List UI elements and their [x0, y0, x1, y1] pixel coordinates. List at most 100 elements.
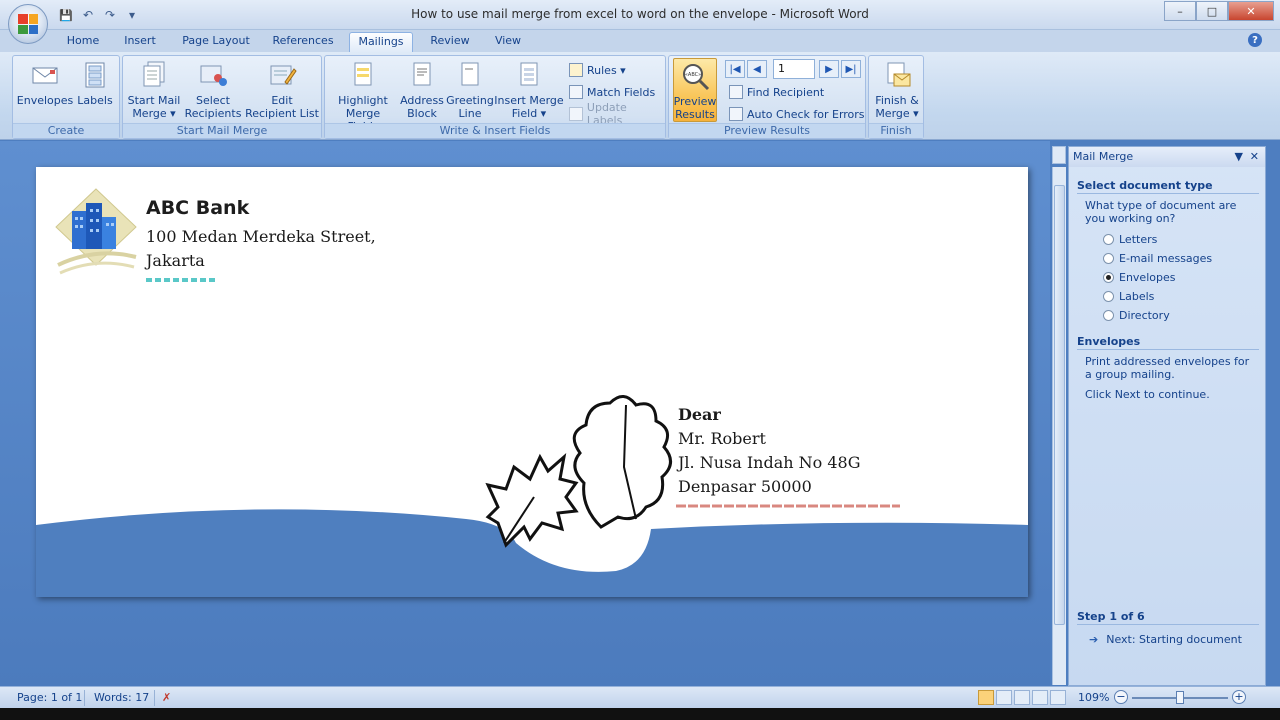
- view-buttons: [978, 690, 1066, 705]
- zoom-level[interactable]: 109%: [1078, 691, 1109, 704]
- find-recipient-button[interactable]: Find Recipient: [729, 83, 824, 101]
- group-start-mail-merge: Start Mail Merge ▾ Select Recipients ▾ E…: [122, 55, 322, 139]
- status-separator: [84, 690, 85, 706]
- continue-instruction: Click Next to continue.: [1085, 388, 1210, 401]
- labels-button[interactable]: Labels: [75, 60, 115, 107]
- option-directory[interactable]: Directory: [1103, 309, 1170, 322]
- insert-field-icon: [514, 60, 544, 90]
- start-mail-merge-label-2: Merge ▾: [132, 107, 176, 120]
- minimize-button[interactable]: –: [1164, 1, 1196, 21]
- recipient-city: Denpasar 50000: [678, 477, 812, 496]
- address-block-label-2: Block: [407, 107, 437, 120]
- section-divider: [1077, 624, 1259, 625]
- group-create: Envelopes Labels Create: [12, 55, 120, 139]
- zoom-out-icon[interactable]: −: [1114, 690, 1128, 704]
- first-record-button[interactable]: |◀: [725, 60, 745, 78]
- office-button[interactable]: [8, 4, 48, 44]
- group-start-mail-merge-label: Start Mail Merge: [123, 123, 321, 138]
- envelopes-description: Print addressed envelopes for a group ma…: [1085, 355, 1250, 381]
- option-envelopes-label: Envelopes: [1119, 271, 1176, 284]
- outline-view-icon[interactable]: [1032, 690, 1048, 705]
- help-icon[interactable]: ?: [1248, 33, 1262, 47]
- insert-merge-field-button[interactable]: Insert Merge Field ▾: [493, 60, 565, 120]
- next-step-label: Next: Starting document: [1106, 633, 1242, 646]
- edit-recipient-list-button[interactable]: Edit Recipient List: [245, 60, 319, 120]
- word-count[interactable]: Words: 17: [94, 691, 149, 704]
- auto-check-label: Auto Check for Errors: [747, 107, 865, 121]
- view-ruler-icon[interactable]: [1052, 146, 1066, 164]
- full-screen-reading-icon[interactable]: [996, 690, 1012, 705]
- title-bar: 💾 ↶ ↷ ▾ How to use mail merge from excel…: [0, 0, 1280, 30]
- group-finish: Finish & Merge ▾ Finish: [868, 55, 924, 139]
- section-envelopes: Envelopes: [1077, 335, 1141, 348]
- recipient-name: Mr. Robert: [678, 429, 766, 448]
- tab-page-layout[interactable]: Page Layout: [176, 32, 256, 52]
- rules-icon: [569, 63, 583, 77]
- vertical-scrollbar[interactable]: [1052, 167, 1066, 685]
- finish-merge-label-2: Merge ▾: [875, 107, 919, 120]
- section-divider: [1077, 349, 1259, 350]
- preview-results-button[interactable]: «ABC» Preview Results: [673, 58, 717, 122]
- maximize-button[interactable]: □: [1196, 1, 1228, 21]
- abc-field-label: «ABC»: [685, 72, 701, 78]
- status-bar: Page: 1 of 1 Words: 17 ✗ 109% − +: [0, 686, 1280, 708]
- option-labels[interactable]: Labels: [1103, 290, 1154, 303]
- greeting-line-icon: [455, 60, 485, 90]
- tab-review[interactable]: Review: [424, 32, 476, 52]
- option-labels-label: Labels: [1119, 290, 1155, 303]
- tab-mailings[interactable]: Mailings: [349, 32, 413, 52]
- envelope-page[interactable]: ABC Bank 100 Medan Merdeka Street, Jakar…: [36, 167, 1028, 597]
- scrollbar-thumb[interactable]: [1054, 185, 1065, 625]
- web-layout-icon[interactable]: [1014, 690, 1030, 705]
- auto-check-icon: [729, 107, 743, 121]
- rules-button[interactable]: Rules ▾: [569, 61, 626, 79]
- bank-name: ABC Bank: [146, 197, 250, 219]
- ribbon-tabs: Home Insert Page Layout References Maili…: [0, 30, 1280, 52]
- match-fields-button[interactable]: Match Fields: [569, 83, 655, 101]
- tab-insert[interactable]: Insert: [118, 32, 162, 52]
- address-block-button[interactable]: Address Block: [397, 60, 447, 120]
- rules-label: Rules ▾: [587, 63, 626, 77]
- option-letters[interactable]: Letters: [1103, 233, 1157, 246]
- pane-header: Mail Merge ▼ ✕: [1069, 147, 1265, 167]
- tab-view[interactable]: View: [488, 32, 528, 52]
- option-email-messages[interactable]: E-mail messages: [1103, 252, 1212, 265]
- pane-close-icon[interactable]: ✕: [1250, 150, 1259, 163]
- option-directory-label: Directory: [1119, 309, 1170, 322]
- close-button[interactable]: ✕: [1228, 1, 1274, 21]
- option-envelopes[interactable]: Envelopes: [1103, 271, 1175, 284]
- pane-title: Mail Merge: [1073, 150, 1134, 163]
- address-block-label-1: Address: [400, 94, 444, 107]
- page-count[interactable]: Page: 1 of 1: [17, 691, 82, 704]
- zoom-in-icon[interactable]: +: [1232, 690, 1246, 704]
- option-email-label: E-mail messages: [1119, 252, 1213, 265]
- greeting-line-button[interactable]: Greeting Line: [445, 60, 495, 120]
- preview-results-label-2: Results: [675, 108, 715, 121]
- update-labels-button[interactable]: Update Labels: [569, 101, 665, 127]
- envelopes-button[interactable]: Envelopes: [17, 60, 73, 107]
- previous-record-button[interactable]: ◀: [747, 60, 767, 78]
- return-address-line-2: Jakarta: [146, 251, 205, 270]
- draft-view-icon[interactable]: [1050, 690, 1066, 705]
- mail-merge-pane: Mail Merge ▼ ✕ Select document type What…: [1068, 146, 1266, 686]
- highlight-label-1: Highlight: [338, 94, 388, 107]
- group-preview-label: Preview Results: [669, 123, 865, 138]
- tab-home[interactable]: Home: [60, 32, 106, 52]
- greeting-line-label-1: Greeting: [446, 94, 494, 107]
- zoom-slider-thumb[interactable]: [1176, 691, 1184, 704]
- proofing-icon[interactable]: ✗: [162, 691, 171, 704]
- start-mail-merge-button[interactable]: Start Mail Merge ▾: [125, 60, 183, 120]
- office-logo-icon: [18, 14, 38, 34]
- finish-merge-button[interactable]: Finish & Merge ▾: [871, 60, 923, 120]
- next-record-button[interactable]: ▶: [819, 60, 839, 78]
- next-step-link[interactable]: ➔ Next: Starting document: [1089, 633, 1242, 646]
- print-layout-icon[interactable]: [978, 690, 994, 705]
- auto-check-errors-button[interactable]: Auto Check for Errors: [729, 105, 865, 123]
- tab-references[interactable]: References: [266, 32, 340, 52]
- last-record-button[interactable]: ▶|: [841, 60, 861, 78]
- record-number-input[interactable]: 1: [773, 59, 815, 79]
- bottom-edge: [0, 708, 1280, 720]
- document-stack-icon: [139, 60, 169, 90]
- return-address-line-1: 100 Medan Merdeka Street,: [146, 227, 376, 246]
- pane-menu-icon[interactable]: ▼: [1235, 150, 1243, 163]
